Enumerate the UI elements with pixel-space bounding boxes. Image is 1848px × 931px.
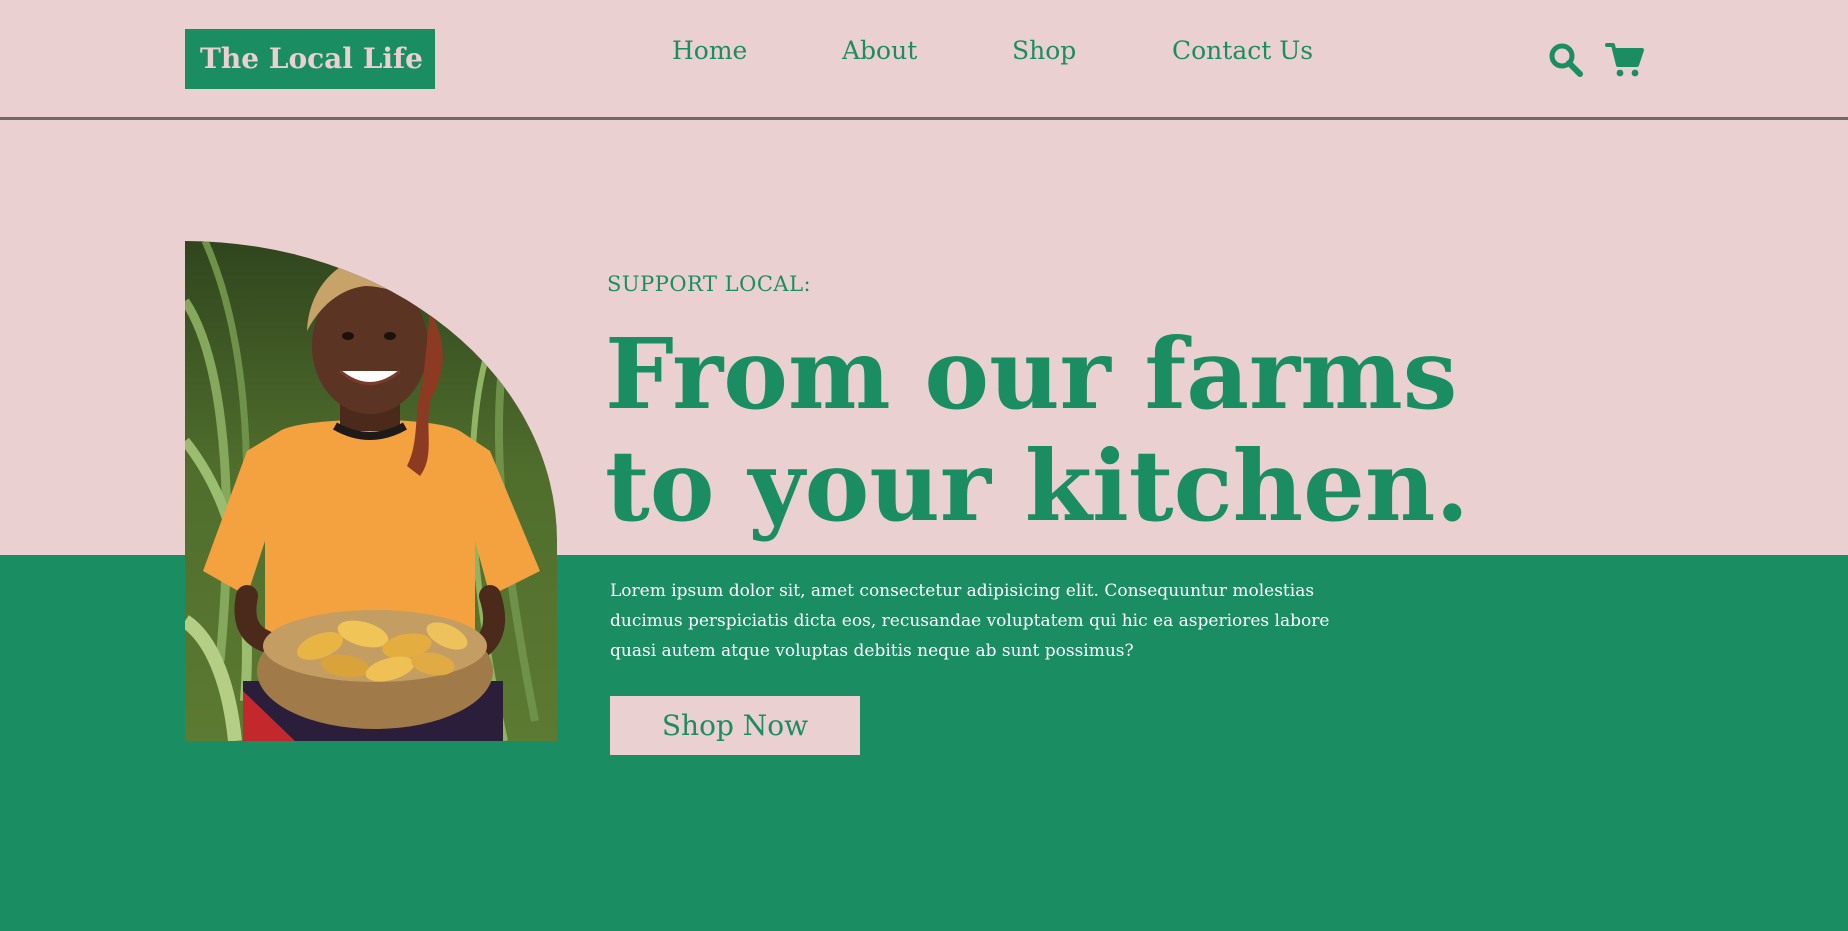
nav-about-link[interactable]: About <box>842 36 917 65</box>
headline-line-2: to your kitchen. <box>605 429 1470 543</box>
nav-home-link[interactable]: Home <box>672 36 747 65</box>
nav-contact-link[interactable]: Contact Us <box>1172 36 1313 65</box>
cart-icon[interactable] <box>1605 40 1645 80</box>
hero-description: Lorem ipsum dolor sit, amet consectetur … <box>610 581 1330 661</box>
search-icon[interactable] <box>1546 40 1586 80</box>
site-header: The Local Life Home About Shop Contact U… <box>0 0 1848 117</box>
headline-line-1: From our farms <box>605 317 1458 431</box>
site-logo[interactable]: The Local Life <box>185 29 435 89</box>
nav-shop-link[interactable]: Shop <box>1012 36 1076 65</box>
hero-headline: From our farms to your kitchen. <box>605 318 1605 542</box>
hero-eyebrow: SUPPORT LOCAL: <box>607 272 812 296</box>
header-divider <box>0 117 1848 120</box>
shop-now-button[interactable]: Shop Now <box>610 696 860 755</box>
